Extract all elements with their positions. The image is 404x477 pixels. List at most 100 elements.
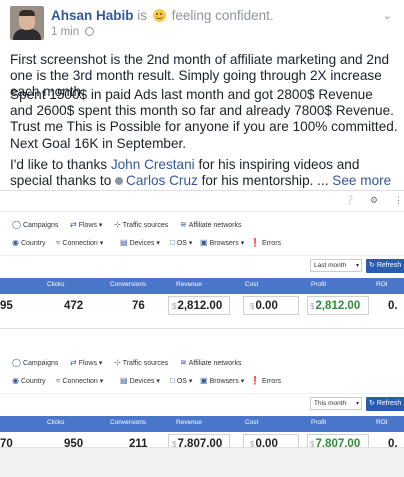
nav-browsers: ▣ Browsers ▾ (200, 238, 245, 247)
col-roi: ROI (376, 281, 388, 288)
clicks-value: 472 (64, 300, 84, 312)
avatar[interactable] (10, 6, 44, 40)
wifi-icon: ≈ (56, 376, 61, 385)
flows-icon: ⇄ (70, 358, 77, 367)
post-time[interactable]: 1 min (51, 26, 97, 38)
cost-amount: 0.00 (255, 438, 278, 447)
col-cost: Cost (245, 281, 259, 288)
currency-symbol: $ (250, 302, 255, 311)
chevron-down-icon[interactable]: ⌄ (383, 9, 392, 22)
campaign-icon: ◯ (12, 220, 21, 229)
help-icon: ❔ (344, 195, 356, 205)
nav-label: Affiliate networks (188, 360, 242, 367)
post-footer-divider (0, 447, 404, 477)
screenshot-image-1[interactable]: ❔ ⚙ ⋮ ◯ Campaigns ⇄ Flows ▾ ⊹ Traffic sourc… (0, 190, 404, 328)
dashboard-topbar: ❔ ⚙ ⋮ (0, 191, 404, 212)
timestamp[interactable]: 1 min (51, 26, 79, 38)
wifi-icon: ≈ (56, 238, 61, 247)
dashboard-nav-secondary: ◉ Country ≈ Connection ▾ ▤ Devices ▾ □ OS ▾ … (0, 238, 404, 256)
revenue-amount: 7,807.00 (177, 438, 223, 447)
author-name[interactable]: Ahsan Habib (51, 8, 134, 23)
nav-label: Affiliate networks (188, 222, 242, 229)
gear-icon: ⚙ (370, 195, 379, 205)
post-header: Ahsan Habib is feeling confident. (51, 8, 274, 23)
cost-amount: 0.00 (255, 300, 278, 312)
col-clicks: Clicks (47, 419, 65, 426)
nav-label: Campaigns (22, 360, 59, 367)
nav-label: Connection (62, 240, 98, 247)
table-header: Clicks Conversions Revenue Cost Profit R… (0, 278, 404, 294)
nav-traffic-sources: ⊹ Traffic sources (114, 358, 168, 367)
nav-errors: ❗ Errors (250, 238, 281, 247)
clicks-value: 950 (64, 438, 84, 447)
profile-tag-icon (115, 177, 124, 186)
first-cell: 95 (0, 300, 13, 312)
mention-link-john[interactable]: John Crestani (111, 157, 195, 172)
text-segment: for his mentorship. ... (197, 173, 333, 189)
currency-symbol: $ (172, 302, 177, 311)
nav-traffic-sources: ⊹ Traffic sources (114, 220, 168, 229)
col-profit: Profit (311, 419, 327, 426)
cost-value: $0.00 (250, 438, 278, 447)
mention-link-carlos[interactable]: Carlos Cruz (126, 173, 198, 188)
col-revenue: Revenue (176, 419, 203, 426)
col-roi: ROI (376, 419, 388, 426)
globe-icon: ◉ (12, 238, 19, 247)
currency-symbol: $ (310, 302, 315, 311)
currency-symbol: $ (310, 440, 315, 447)
nav-label: Traffic sources (122, 222, 169, 229)
nav-label: Devices (129, 378, 155, 385)
nav-label: Flows (78, 360, 97, 367)
nav-label: Errors (261, 240, 282, 247)
os-icon: □ (170, 238, 175, 247)
refresh-button: ↻ Refresh (366, 397, 404, 411)
nav-affiliate-networks: ≋ Affiliate networks (180, 220, 242, 229)
profit-value: $7,807.00 (310, 438, 360, 447)
smile-emoji-icon (152, 9, 166, 22)
see-more-link[interactable]: See more (332, 173, 391, 188)
nav-label: Campaigns (22, 222, 59, 229)
nav-flows: ⇄ Flows ▾ (70, 220, 103, 229)
os-icon: □ (170, 376, 175, 385)
network-icon: ≋ (180, 358, 187, 367)
nav-label: OS (176, 378, 187, 385)
globe-icon (85, 27, 95, 36)
table-row: 95 472 76 $2,812.00 $0.00 $2,812.00 0. (0, 294, 404, 318)
error-icon: ❗ (250, 238, 260, 247)
controls-row: Last month ▾ ↻ Refresh (0, 256, 404, 274)
col-cost: Cost (245, 419, 259, 426)
dashboard-nav-primary: ◯ Campaigns ⇄ Flows ▾ ⊹ Traffic sources ≋ Af… (0, 220, 404, 238)
traffic-icon: ⊹ (114, 220, 121, 229)
col-conversions: Conversions (110, 419, 147, 426)
nav-label: Country (20, 240, 46, 247)
nav-flows: ⇄ Flows ▾ (70, 358, 103, 367)
feeling-text: feeling confident. (171, 8, 274, 23)
nav-label: Flows (78, 222, 97, 229)
nav-campaigns: ◯ Campaigns (12, 220, 58, 229)
roi-value: 0. (388, 438, 398, 447)
nav-country: ◉ Country (12, 376, 46, 385)
caret-icon: ▾ (355, 263, 359, 269)
first-cell: 70 (0, 438, 13, 447)
period-label: Last month (314, 262, 347, 269)
nav-label: Errors (261, 378, 282, 385)
nav-devices: ▤ Devices ▾ (120, 238, 160, 247)
profit-amount: 2,812.00 (315, 300, 361, 312)
nav-label: OS (176, 240, 187, 247)
controls-row: This month ▾ ↻ Refresh (0, 394, 404, 412)
period-label: This month (314, 400, 347, 407)
screenshot-image-2[interactable]: ◯ Campaigns ⇄ Flows ▾ ⊹ Traffic sources ≋ Af… (0, 328, 404, 447)
refresh-button: ↻ Refresh (366, 259, 404, 273)
devices-icon: ▤ (120, 376, 128, 385)
post-paragraph-2: Spent 1500$ in paid Ads last month and g… (10, 87, 398, 151)
refresh-label: Refresh (376, 262, 402, 269)
browser-icon: ▣ (200, 238, 208, 247)
currency-symbol: $ (172, 440, 177, 447)
profit-amount: 7,807.00 (315, 438, 361, 447)
nav-label: Devices (129, 240, 155, 247)
nav-connection: ≈ Connection ▾ (56, 238, 104, 247)
nav-campaigns: ◯ Campaigns (12, 358, 58, 367)
period-select: Last month ▾ (310, 259, 362, 272)
browser-icon: ▣ (200, 376, 208, 385)
table-row: 70 950 211 $7,807.00 $0.00 $7,807.00 0. (0, 432, 404, 447)
